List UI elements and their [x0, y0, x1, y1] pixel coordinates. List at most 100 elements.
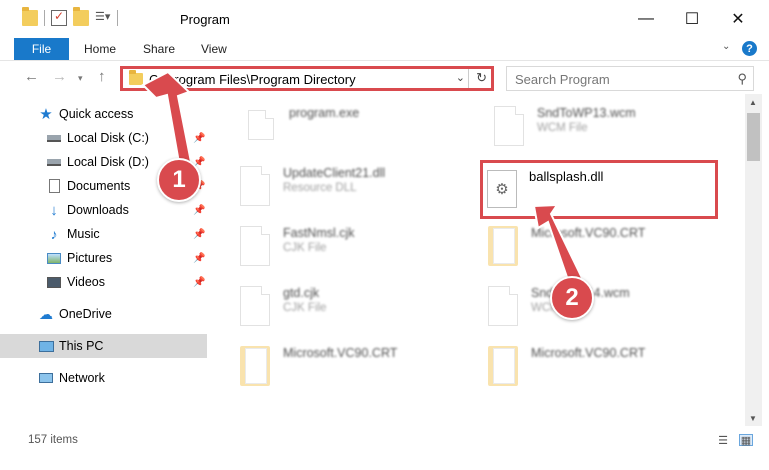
tab-home[interactable]: Home	[84, 42, 116, 56]
file-name: SndToWP13.wcm	[537, 106, 636, 120]
folder-icon	[129, 70, 143, 85]
tiles-view-icon[interactable]: ▦	[739, 434, 753, 447]
sidebar-item-label: This PC	[59, 339, 104, 353]
divider	[44, 10, 45, 26]
folder-icon	[22, 7, 38, 26]
properties-icon[interactable]	[51, 9, 67, 26]
help-icon[interactable]: ?	[742, 41, 757, 56]
pictures-icon	[46, 250, 62, 266]
file-icon	[240, 286, 270, 326]
file-item[interactable]: SndToWP14.wcm WCM File	[474, 280, 714, 336]
file-type: CJK File	[283, 242, 327, 254]
search-input[interactable]: Search Program ⚲	[506, 66, 754, 91]
music-icon: ♪	[50, 226, 58, 242]
pin-icon[interactable]: 📌	[193, 205, 205, 216]
file-name: program.exe	[289, 106, 360, 120]
file-item[interactable]: UpdateClient21.dll Resource DLL	[226, 160, 466, 216]
pin-icon[interactable]: 📌	[193, 229, 205, 240]
file-item[interactable]: Microsoft.VC90.CRT	[474, 220, 714, 276]
computer-icon	[38, 338, 54, 354]
details-view-icon[interactable]: ☰	[716, 434, 730, 447]
downloads-icon: ↓	[50, 201, 58, 219]
scroll-up-icon[interactable]: ▲	[749, 98, 757, 107]
sidebar-item-label: Downloads	[67, 203, 129, 217]
file-name: Microsoft.VC90.CRT	[531, 226, 646, 240]
file-type: CJK File	[283, 302, 327, 314]
navigation-bar: ← → ▾ ↑ C:\Program Files\Program Directo…	[0, 60, 769, 94]
step-2-badge: 2	[550, 276, 594, 320]
tab-view[interactable]: View	[201, 42, 227, 56]
recent-locations-icon[interactable]: ▾	[78, 73, 83, 84]
ribbon-tabs: File Home Share View ⌄ ?	[0, 38, 769, 60]
file-item[interactable]: gtd.cjk CJK File	[226, 280, 466, 336]
expand-ribbon-icon[interactable]: ⌄	[722, 41, 730, 52]
tab-file[interactable]: File	[14, 38, 69, 60]
sidebar-item-label: Music	[67, 227, 100, 241]
window-title: Program	[180, 12, 230, 27]
file-item[interactable]: Microsoft.VC90.CRT	[474, 340, 714, 396]
address-path[interactable]: C:\Program Files\Program Directory	[149, 72, 356, 87]
maximize-button[interactable]: ☐	[669, 0, 715, 38]
forward-icon[interactable]: →	[52, 68, 67, 85]
file-item-ballsplash[interactable]: ⚙ ballsplash.dll	[480, 160, 718, 219]
sidebar-item-label: Local Disk (D:)	[67, 155, 149, 169]
status-bar: 157 items ☰ ▦	[0, 426, 769, 456]
up-icon[interactable]: ↑	[98, 68, 106, 85]
file-icon	[488, 286, 518, 326]
sidebar-item-this-pc[interactable]: This PC	[0, 334, 207, 358]
folder-icon	[240, 346, 270, 386]
sidebar-item-label: Documents	[67, 179, 131, 193]
tab-share[interactable]: Share	[143, 42, 175, 56]
minimize-button[interactable]: —	[623, 0, 669, 38]
network-icon	[38, 370, 54, 386]
navigation-pane: ★ Quick access Local Disk (C:) 📌 Local D…	[0, 94, 210, 426]
file-item[interactable]: program.exe	[232, 100, 472, 156]
vertical-scrollbar[interactable]: ▲ ▼	[745, 94, 762, 426]
scrollbar-thumb[interactable]	[747, 113, 760, 161]
file-item[interactable]: SndToWP13.wcm WCM File	[480, 100, 720, 156]
sidebar-item-label: Local Disk (C:)	[67, 131, 149, 145]
customize-toolbar-icon[interactable]: ☰▾	[95, 10, 111, 26]
sidebar-item-label: Quick access	[59, 107, 134, 121]
step-1-badge: 1	[157, 158, 201, 202]
dll-icon: ⚙	[487, 170, 517, 208]
sidebar-item-music[interactable]: ♪ Music 📌	[0, 222, 207, 246]
sidebar-item-local-disk-c[interactable]: Local Disk (C:) 📌	[0, 126, 207, 150]
sidebar-item-quick-access[interactable]: ★ Quick access	[0, 102, 207, 126]
drive-icon	[46, 130, 62, 146]
file-icon	[494, 106, 524, 146]
file-name: gtd.cjk	[283, 286, 320, 300]
back-icon[interactable]: ←	[24, 68, 39, 85]
file-name: UpdateClient21.dll	[283, 166, 386, 180]
refresh-icon[interactable]: ↻	[476, 70, 487, 86]
sidebar-item-label: Network	[59, 371, 105, 385]
sidebar-item-network[interactable]: Network	[0, 366, 207, 390]
scroll-down-icon[interactable]: ▼	[749, 414, 757, 423]
exe-icon	[248, 110, 274, 140]
divider	[117, 10, 118, 26]
file-item[interactable]: Microsoft.VC90.CRT	[226, 340, 466, 396]
new-folder-icon[interactable]	[73, 7, 89, 26]
quick-access-toolbar: ☰▾	[22, 7, 118, 26]
chevron-down-icon[interactable]: ⌄	[456, 71, 465, 84]
file-item[interactable]: FastNmsl.cjk CJK File	[226, 220, 466, 276]
sidebar-item-label: Videos	[67, 275, 105, 289]
folder-icon	[488, 346, 518, 386]
item-count: 157 items	[28, 434, 78, 446]
pin-icon[interactable]: 📌	[193, 277, 205, 288]
sidebar-item-videos[interactable]: Videos 📌	[0, 270, 207, 294]
file-name: Microsoft.VC90.CRT	[531, 346, 646, 360]
file-list: program.exe SndToWP13.wcm WCM File Updat…	[212, 94, 745, 426]
sidebar-item-pictures[interactable]: Pictures 📌	[0, 246, 207, 270]
address-bar[interactable]: C:\Program Files\Program Directory ⌄ ↻	[120, 66, 494, 91]
divider	[468, 69, 469, 88]
drive-icon	[46, 154, 62, 170]
pin-icon[interactable]: 📌	[193, 133, 205, 144]
close-button[interactable]: ✕	[715, 0, 761, 38]
file-name: FastNmsl.cjk	[283, 226, 355, 240]
search-icon[interactable]: ⚲	[737, 71, 747, 87]
sidebar-item-onedrive[interactable]: ☁ OneDrive	[0, 302, 207, 326]
pin-icon[interactable]: 📌	[193, 253, 205, 264]
file-icon	[240, 226, 270, 266]
search-placeholder: Search Program	[515, 72, 610, 87]
